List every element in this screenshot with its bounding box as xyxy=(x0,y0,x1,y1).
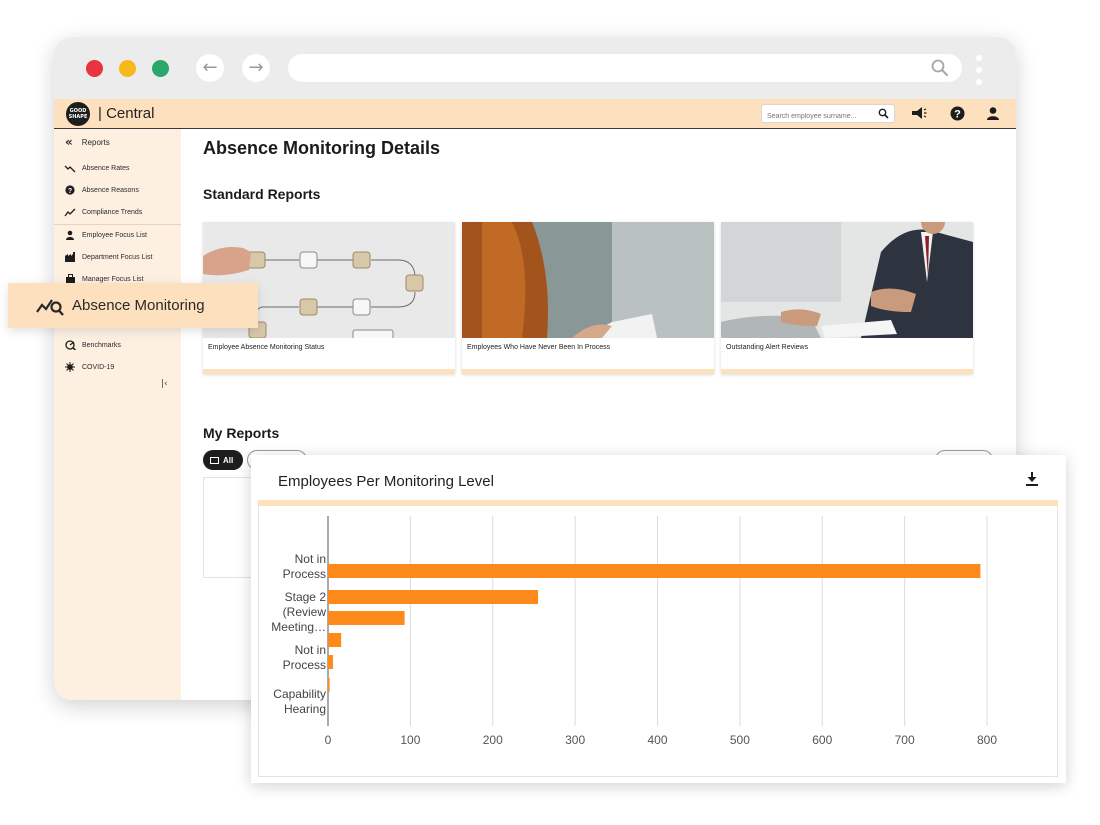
bar[interactable] xyxy=(328,611,405,625)
search-icon[interactable] xyxy=(878,108,889,119)
double-chevron-left-icon[interactable]: « xyxy=(65,135,73,149)
factory-icon xyxy=(64,252,76,262)
search-icon[interactable] xyxy=(930,58,950,78)
x-tick-label: 700 xyxy=(895,733,915,747)
user-icon[interactable] xyxy=(986,106,1000,121)
x-tick-label: 500 xyxy=(730,733,750,747)
x-tick-label: 400 xyxy=(647,733,667,747)
sidebar-item-label: Benchmarks xyxy=(82,341,121,349)
x-tick-label: 600 xyxy=(812,733,832,747)
card-caption: Employees Who Have Never Been In Process xyxy=(467,344,611,351)
card-accent-bar xyxy=(721,369,973,374)
sidebar-header-label: Reports xyxy=(81,137,110,147)
sidebar-item-label: Manager Focus List xyxy=(82,275,144,283)
trending-down-icon xyxy=(64,163,76,173)
my-reports-heading: My Reports xyxy=(203,425,280,441)
sidebar-item-covid-19[interactable]: COVID-19 xyxy=(64,360,114,374)
url-bar[interactable] xyxy=(288,54,962,82)
x-tick-label: 800 xyxy=(977,733,997,747)
app-header: GOODSHAPE | Central ? xyxy=(54,99,1016,129)
card-accent-bar xyxy=(462,369,714,374)
card-accent-bar xyxy=(203,369,455,374)
card-caption: Outstanding Alert Reviews xyxy=(726,344,809,351)
arrow-right-icon[interactable]: → xyxy=(242,54,270,82)
question-circle-icon: ? xyxy=(64,185,76,195)
benchmark-icon xyxy=(64,340,76,350)
sidebar-item-label: Absence Reasons xyxy=(82,186,139,194)
bar[interactable] xyxy=(328,564,981,578)
grid-icon xyxy=(210,456,219,464)
help-icon[interactable]: ? xyxy=(950,106,965,121)
arrow-left-icon[interactable]: ← xyxy=(196,54,224,82)
report-card-outstanding-alerts[interactable]: Outstanding Alert Reviews xyxy=(721,222,973,374)
category-label: Capability Hearing xyxy=(273,687,326,716)
sidebar-item-absence-reasons[interactable]: ? Absence Reasons xyxy=(64,183,139,197)
sidebar-item-label: Compliance Trends xyxy=(82,208,143,216)
svg-text:?: ? xyxy=(68,188,72,195)
category-label: Stage 2 (Review Meeting… xyxy=(271,590,326,634)
filter-all-label: All xyxy=(223,455,234,465)
business-meeting-image xyxy=(721,222,973,338)
bar[interactable] xyxy=(328,633,342,647)
chart-title: Employees Per Monitoring Level xyxy=(278,473,494,490)
marketing-canvas: ← → GOOD SHAPE | Central Search employee… xyxy=(0,0,1100,825)
maximize-window-dot[interactable] xyxy=(152,60,169,77)
report-card-never-in-process[interactable]: Employees Who Have Never Been In Process xyxy=(462,222,714,374)
sidebar-item-label: Department Focus List xyxy=(82,253,153,261)
monitoring-search-icon xyxy=(36,296,66,316)
sidebar-item-label: Employee Focus List xyxy=(82,231,147,239)
bar[interactable] xyxy=(328,678,330,692)
person-icon xyxy=(64,230,76,240)
bar[interactable] xyxy=(328,655,333,669)
monitoring-level-chart-card: Employees Per Monitoring Level 0 100 200 30… xyxy=(251,455,1066,783)
employee-search-input[interactable] xyxy=(762,108,870,125)
standard-reports-heading: Standard Reports xyxy=(203,186,321,202)
megaphone-icon[interactable] xyxy=(911,106,927,121)
sidebar-item-employee-focus-list[interactable]: Employee Focus List xyxy=(64,228,147,242)
bar[interactable] xyxy=(328,590,539,604)
sidebar-item-absence-monitoring[interactable]: Absence Monitoring xyxy=(8,283,258,328)
svg-text:?: ? xyxy=(954,109,961,121)
x-tick-label: 300 xyxy=(565,733,585,747)
sidebar-item-label: Absence Monitoring xyxy=(72,297,205,314)
category-label: Not in Process xyxy=(283,552,326,581)
person-reading-image xyxy=(462,222,714,338)
card-caption: Employee Absence Monitoring Status xyxy=(208,344,325,351)
virus-icon xyxy=(64,362,76,372)
x-tick-label: 0 xyxy=(325,733,332,747)
collapse-sidebar-button[interactable]: |‹ xyxy=(161,379,168,389)
trending-up-icon xyxy=(64,207,76,217)
filter-all-chip[interactable]: All xyxy=(203,450,243,470)
close-window-dot[interactable] xyxy=(86,60,103,77)
page-title: Absence Monitoring Details xyxy=(203,138,441,158)
sidebar-header[interactable]: « Reports xyxy=(65,135,110,149)
brand-name: | Central xyxy=(98,105,155,122)
good-shape-logo: GOOD SHAPE xyxy=(66,102,90,126)
browser-menu-icon[interactable] xyxy=(976,55,982,85)
download-icon[interactable] xyxy=(1024,471,1040,487)
sidebar-item-label: COVID-19 xyxy=(82,363,115,371)
sidebar-divider xyxy=(54,224,181,225)
sidebar-item-department-focus-list[interactable]: Department Focus List xyxy=(64,250,152,264)
chart-area: 0 100 200 300 400 500 600 700 800 Not in Process St… xyxy=(258,506,1058,777)
bar-chart-svg: 0 100 200 300 400 500 600 700 800 Not in Process St… xyxy=(271,516,997,747)
browser-chrome: ← → xyxy=(54,37,1016,99)
sidebar-item-compliance-trends[interactable]: Compliance Trends xyxy=(64,205,142,219)
sidebar-item-benchmarks[interactable]: Benchmarks xyxy=(64,338,121,352)
employee-search xyxy=(761,104,895,125)
sidebar-item-absence-rates[interactable]: Absence Rates xyxy=(64,161,129,175)
category-label: Not in Process xyxy=(283,643,326,672)
x-tick-label: 100 xyxy=(400,733,420,747)
x-tick-label: 200 xyxy=(483,733,503,747)
reports-sidebar: « Reports Absence Rates ? Absence Reason… xyxy=(54,129,181,700)
minimize-window-dot[interactable] xyxy=(119,60,136,77)
sidebar-item-label: Absence Rates xyxy=(82,164,130,172)
